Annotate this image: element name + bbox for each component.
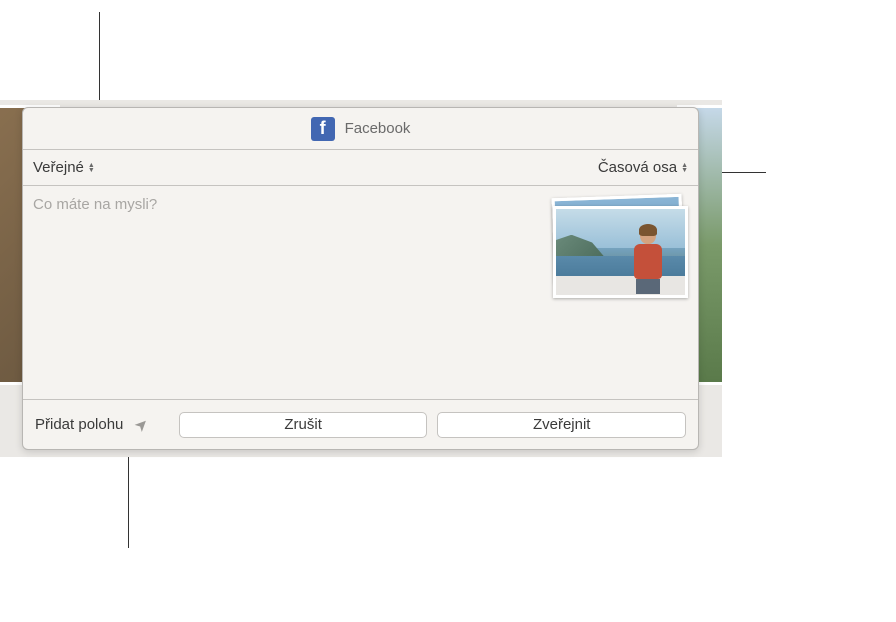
post-button[interactable]: Zveřejnit bbox=[437, 412, 686, 438]
add-location-button[interactable]: Přidat polohu ➤ bbox=[35, 415, 149, 435]
cancel-button[interactable]: Zrušit bbox=[179, 412, 428, 438]
dialog-header: f Facebook bbox=[23, 108, 698, 150]
destination-label: Časová osa bbox=[598, 159, 677, 176]
compose-placeholder: Co máte na mysli? bbox=[33, 196, 157, 213]
facebook-icon: f bbox=[311, 117, 335, 141]
callout-line-location bbox=[128, 450, 129, 548]
dropdown-arrows-icon: ▲ ▼ bbox=[88, 163, 95, 173]
privacy-dropdown[interactable]: Veřejné ▲ ▼ bbox=[33, 159, 95, 176]
location-arrow-icon: ➤ bbox=[130, 413, 154, 437]
dropdown-arrows-icon: ▲ ▼ bbox=[681, 163, 688, 173]
dialog-footer: Přidat polohu ➤ Zrušit Zveřejnit bbox=[23, 399, 698, 449]
photo-thumbnail bbox=[553, 206, 688, 298]
compose-area[interactable]: Co máte na mysli? bbox=[23, 186, 698, 399]
location-label: Přidat polohu bbox=[35, 416, 123, 433]
share-dialog: f Facebook Veřejné ▲ ▼ Časová osa ▲ ▼ Co… bbox=[22, 107, 699, 450]
privacy-label: Veřejné bbox=[33, 159, 84, 176]
attached-photos[interactable] bbox=[543, 196, 688, 301]
dropdown-row: Veřejné ▲ ▼ Časová osa ▲ ▼ bbox=[23, 150, 698, 186]
dialog-title: Facebook bbox=[345, 120, 411, 137]
destination-dropdown[interactable]: Časová osa ▲ ▼ bbox=[598, 159, 688, 176]
